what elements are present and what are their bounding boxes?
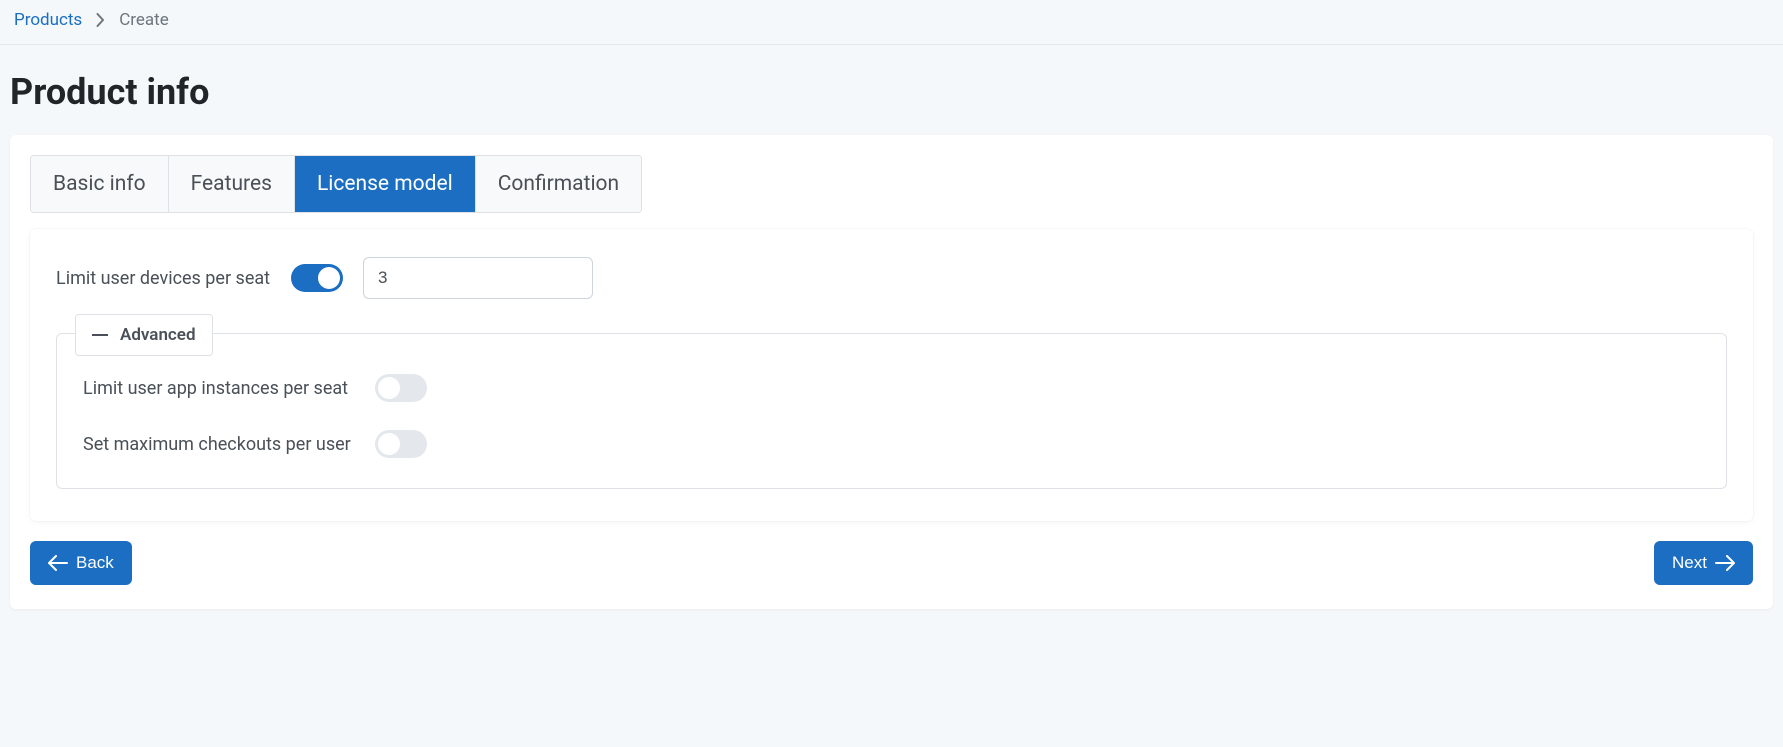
arrow-right-icon — [1715, 555, 1735, 571]
limit-devices-input[interactable] — [363, 257, 593, 299]
advanced-legend-label: Advanced — [120, 325, 196, 345]
back-button-label: Back — [76, 553, 114, 573]
toggle-knob — [378, 433, 400, 455]
chevron-right-icon — [96, 13, 105, 27]
wizard-tabs: Basic info Features License model Confir… — [30, 155, 642, 213]
toggle-knob — [318, 267, 340, 289]
limit-app-instances-toggle[interactable] — [375, 374, 427, 402]
limit-devices-toggle[interactable] — [291, 264, 343, 292]
next-button[interactable]: Next — [1654, 541, 1753, 585]
tab-confirmation[interactable]: Confirmation — [476, 156, 641, 212]
footer-buttons: Back Next — [30, 541, 1753, 585]
minus-icon — [92, 334, 108, 337]
back-button[interactable]: Back — [30, 541, 132, 585]
breadcrumb: Products Create — [0, 0, 1783, 45]
limit-app-instances-label: Limit user app instances per seat — [83, 378, 353, 399]
limit-devices-row: Limit user devices per seat — [56, 257, 1727, 299]
advanced-fieldset: Advanced Limit user app instances per se… — [56, 333, 1727, 489]
tab-license-model[interactable]: License model — [295, 156, 476, 212]
main-card: Basic info Features License model Confir… — [10, 135, 1773, 609]
form-panel: Limit user devices per seat Advanced Lim… — [30, 229, 1753, 521]
next-button-label: Next — [1672, 553, 1707, 573]
tab-basic-info[interactable]: Basic info — [31, 156, 169, 212]
advanced-toggle-button[interactable]: Advanced — [75, 314, 213, 356]
max-checkouts-label: Set maximum checkouts per user — [83, 434, 353, 455]
tab-features[interactable]: Features — [169, 156, 295, 212]
limit-app-instances-row: Limit user app instances per seat — [83, 374, 1700, 402]
max-checkouts-toggle[interactable] — [375, 430, 427, 458]
toggle-knob — [378, 377, 400, 399]
page-title: Product info — [0, 45, 1783, 135]
breadcrumb-current: Create — [119, 10, 169, 30]
limit-devices-label: Limit user devices per seat — [56, 268, 271, 289]
arrow-left-icon — [48, 555, 68, 571]
breadcrumb-products-link[interactable]: Products — [14, 10, 82, 30]
max-checkouts-row: Set maximum checkouts per user — [83, 430, 1700, 458]
